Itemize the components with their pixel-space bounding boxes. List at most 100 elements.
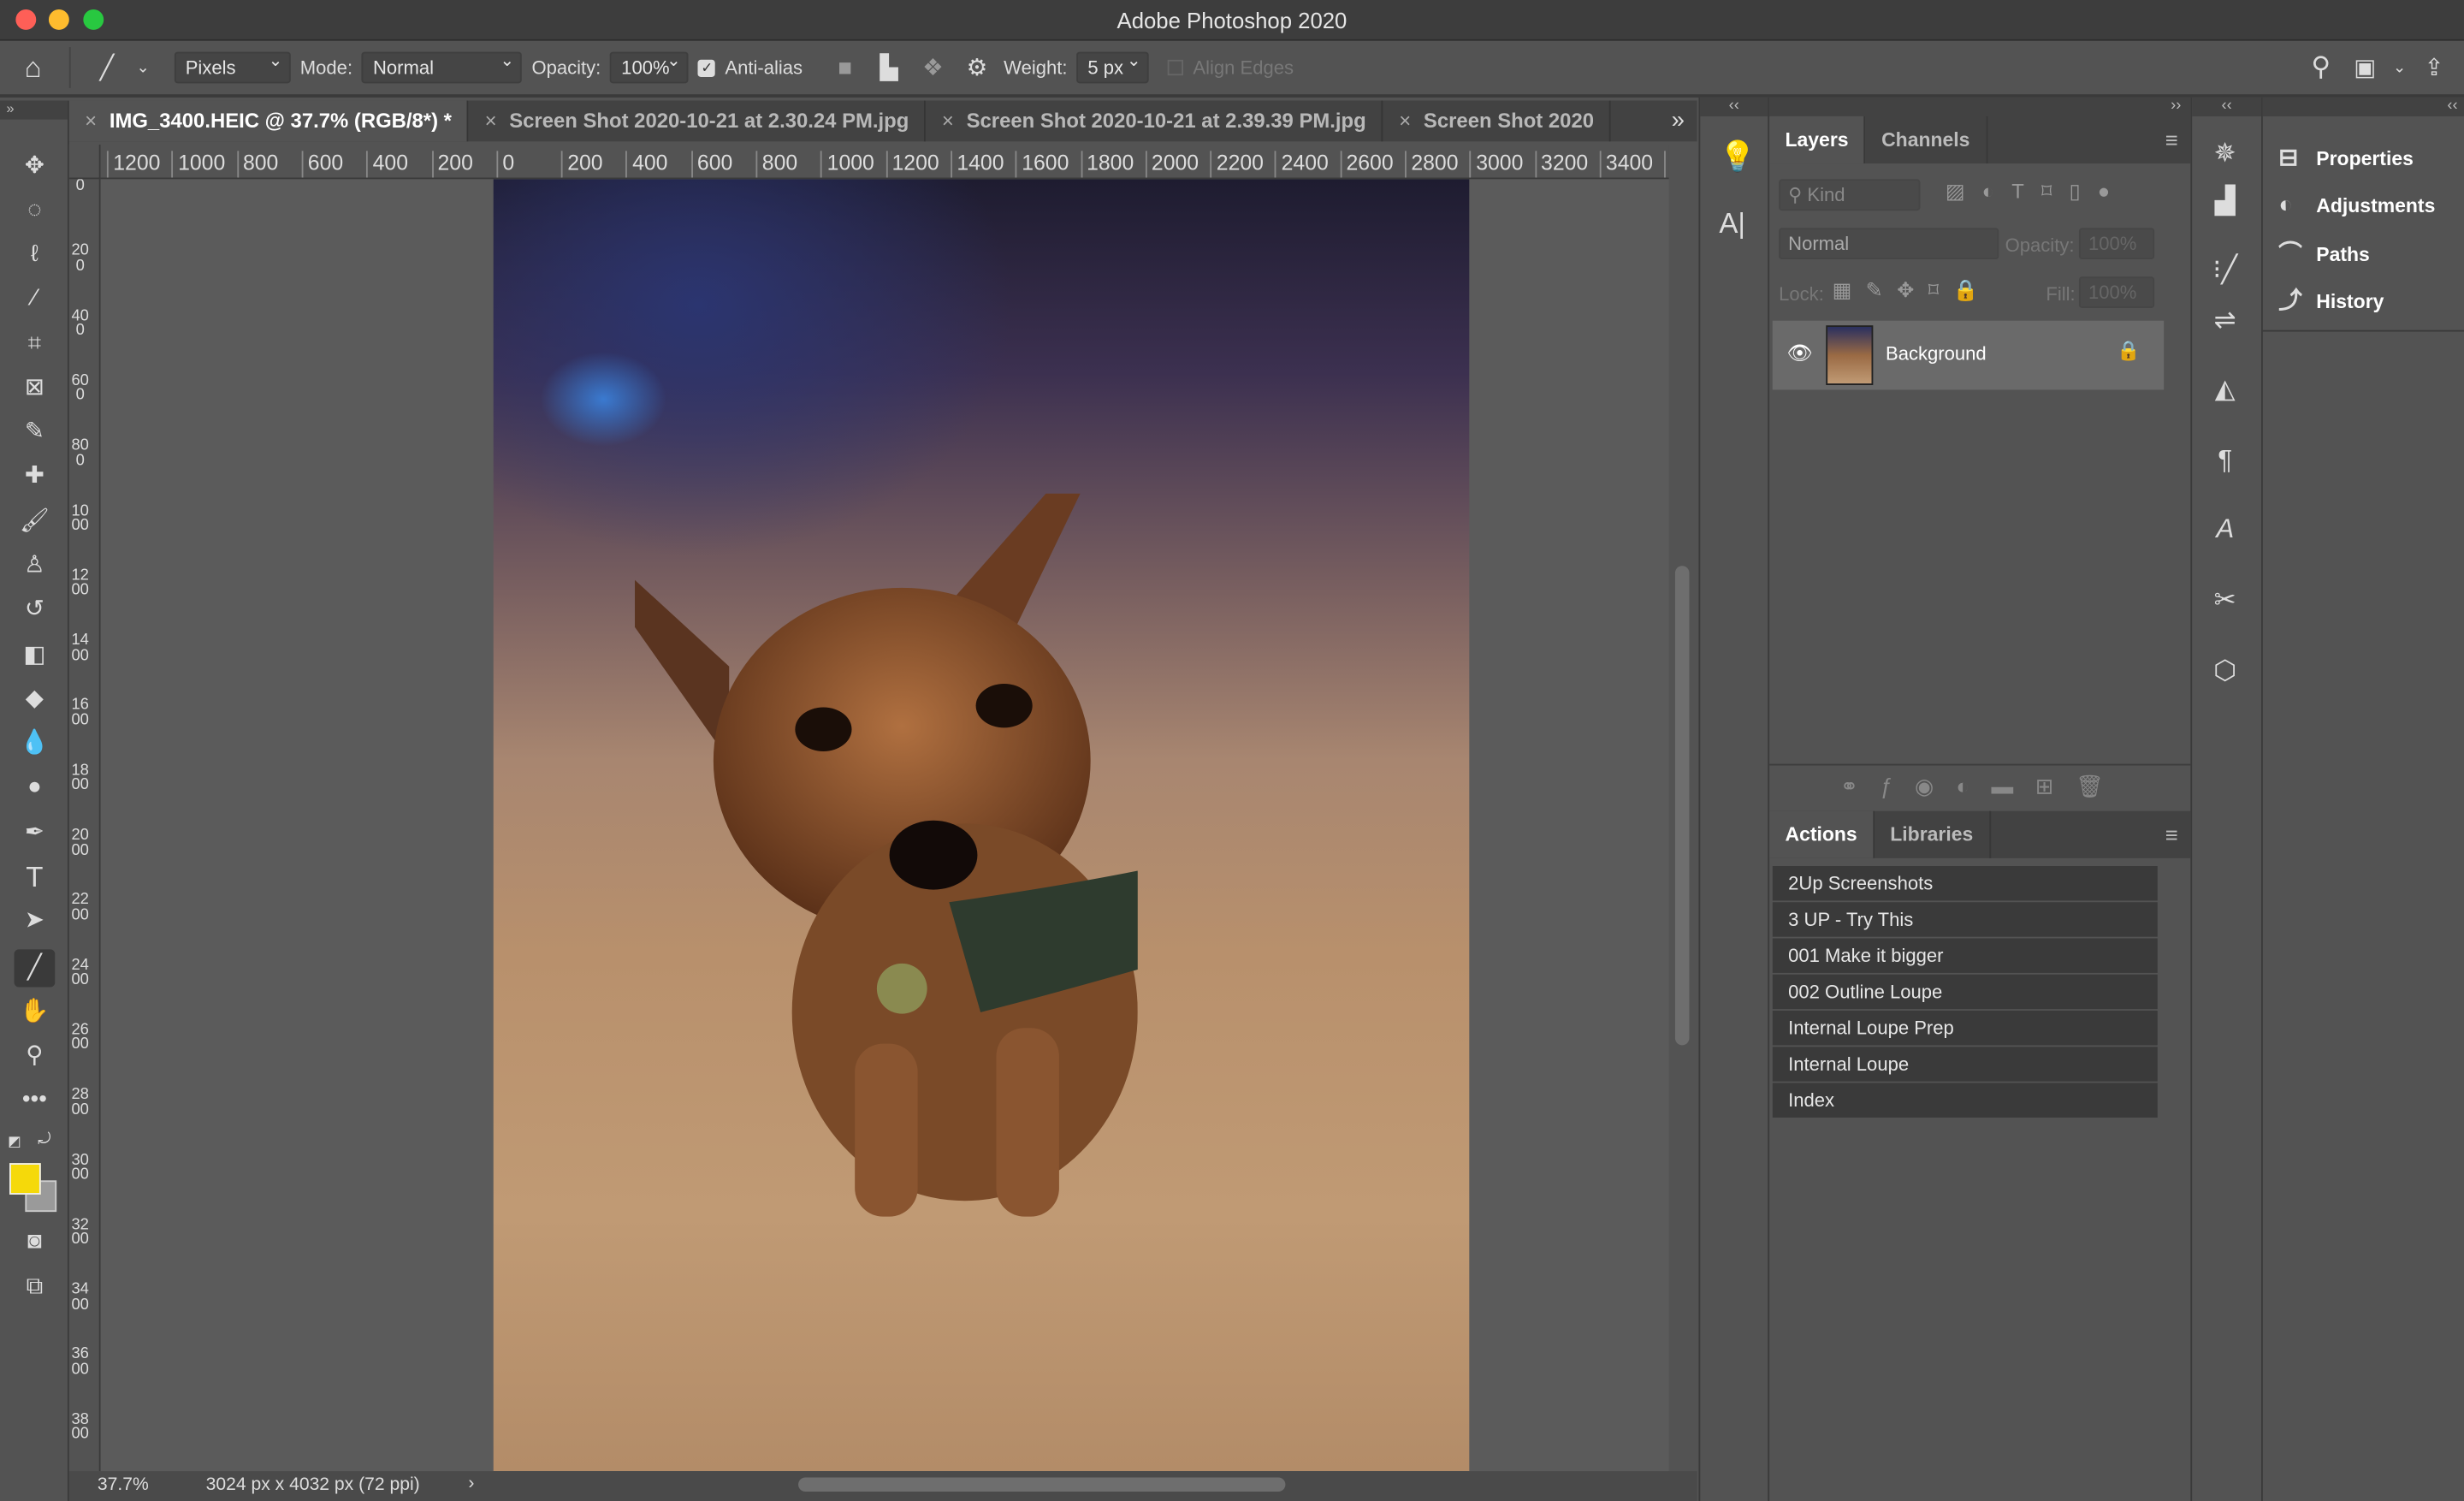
healing-brush-tool-icon[interactable]: ✚ (15, 457, 56, 495)
mode-select[interactable]: Normal (362, 47, 523, 84)
zoom-window-button[interactable] (83, 9, 104, 30)
zoom-tool-icon[interactable]: ⚲ (15, 1037, 56, 1075)
home-icon[interactable]: ⌂ (15, 51, 50, 85)
3d-icon[interactable]: ⬡ (2205, 656, 2246, 687)
line-tool-icon[interactable]: ╱ (14, 949, 56, 988)
ruler-origin[interactable] (68, 144, 101, 180)
panel-menu-icon[interactable]: ≡ (2165, 128, 2178, 152)
fill-input[interactable]: 100% (2078, 276, 2155, 308)
foreground-color-swatch[interactable] (9, 1163, 41, 1195)
swap-colors-icon[interactable]: ⤾ (38, 1131, 50, 1148)
tab-libraries[interactable]: Libraries (1875, 810, 1991, 858)
pen-tool-icon[interactable]: ✒ (15, 814, 56, 851)
horizontal-ruler[interactable]: 1200 1000 800 600 400 200 0 200 400 600 800 1000 120… (100, 144, 1669, 180)
tab-channels[interactable]: Channels (1866, 116, 1987, 164)
crop-tool-icon[interactable]: ⌗ (15, 325, 56, 363)
eye-visibility-icon[interactable]: 👁 (1786, 341, 1812, 366)
action-item[interactable]: 002 Outline Loupe (1772, 974, 2158, 1010)
paint-bucket-tool-icon[interactable]: ◆ (15, 680, 56, 718)
panel-menu-icon[interactable]: ≡ (2165, 822, 2178, 847)
layer-row-background[interactable]: 👁 Background 🔒 (1772, 320, 2165, 390)
panel-properties[interactable]: ⊟ Properties (2278, 139, 2414, 180)
close-tab-icon[interactable]: × (942, 109, 954, 133)
document-image[interactable] (493, 179, 1470, 1472)
opacity-input[interactable]: 100% (610, 47, 690, 84)
vertical-scrollbar[interactable] (1674, 566, 1690, 1046)
tab-actions[interactable]: Actions (1769, 810, 1875, 858)
screen-mode-icon[interactable]: ⧉ (15, 1268, 56, 1306)
layer-opacity-input[interactable]: 100% (2078, 228, 2155, 260)
blend-mode-select[interactable]: Normal (1779, 228, 1999, 260)
tool-presets-icon[interactable]: ✂ (2205, 584, 2246, 616)
layers-footer-buttons[interactable]: ⚭ƒ◉◐▬⊞🗑 (1769, 763, 2193, 808)
expand-dock-button[interactable]: ‹‹ (2192, 97, 2262, 116)
expand-dock-button[interactable]: ‹‹ (2262, 97, 2464, 116)
histogram-icon[interactable]: ▟ (2205, 186, 2246, 217)
collapse-toolbar-button[interactable]: » (0, 100, 68, 120)
panel-adjustments[interactable]: ◐ Adjustments (2278, 186, 2435, 227)
zoom-level[interactable]: 37.7% (98, 1476, 149, 1495)
marquee-tool-icon[interactable]: ◌ (15, 192, 56, 229)
lasso-tool-icon[interactable]: ℓ (15, 236, 56, 274)
history-brush-tool-icon[interactable]: ↺ (15, 591, 56, 629)
close-tab-icon[interactable]: × (485, 109, 497, 133)
weight-input[interactable]: 5 px (1076, 47, 1150, 84)
fill-mode-select[interactable]: Pixels (174, 47, 291, 84)
close-tab-icon[interactable]: × (1399, 109, 1411, 133)
hand-tool-icon[interactable]: ✋ (15, 994, 56, 1031)
clone-stamp-tool-icon[interactable]: ♙ (15, 547, 56, 584)
layer-filter-icons[interactable]: ▨◐T⌑▯● (1946, 179, 2128, 204)
eyedropper-tool-icon[interactable]: ✎ (15, 413, 56, 451)
horizontal-scrollbar[interactable] (798, 1477, 1286, 1492)
share-icon[interactable]: ⇪ (2417, 53, 2451, 81)
action-item[interactable]: Index (1772, 1083, 2158, 1118)
lock-icons[interactable]: ▦✎✥⌑🔒 (1833, 278, 1993, 303)
layer-filter-select[interactable]: ⚲ Kind (1779, 179, 1921, 211)
learn-lightbulb-icon[interactable]: 💡 (1719, 139, 1756, 176)
chevron-down-icon[interactable]: ⌄ (133, 59, 152, 76)
default-colors-icon[interactable]: ◩ (8, 1133, 21, 1150)
antialias-checkbox[interactable]: ✓ (698, 58, 716, 77)
canvas-area[interactable] (100, 179, 1669, 1472)
more-tabs-icon[interactable]: » (1611, 101, 1697, 142)
align-edges-checkbox[interactable] (1168, 59, 1184, 76)
path-operations-icon[interactable]: ■ (827, 54, 862, 80)
brush-tool-icon[interactable]: 🖌 (15, 503, 56, 541)
brushes-icon[interactable]: ⇌ (2205, 305, 2246, 336)
action-item[interactable]: 2Up Screenshots (1772, 866, 2158, 901)
eraser-tool-icon[interactable]: ◧ (15, 637, 56, 674)
search-icon[interactable]: ⚲ (2304, 52, 2338, 84)
paragraph-icon[interactable]: ¶ (2205, 445, 2246, 477)
frame-tool-icon[interactable]: ⊠ (15, 370, 56, 407)
tab-layers[interactable]: Layers (1769, 116, 1866, 164)
status-menu-arrow-icon[interactable]: › (468, 1474, 474, 1493)
path-arrangement-icon[interactable]: ❖ (915, 53, 950, 81)
glyphs-icon[interactable]: A (2205, 514, 2246, 546)
expand-dock-button[interactable]: ‹‹ (1700, 97, 1768, 116)
path-alignment-icon[interactable]: ▙ (872, 53, 906, 81)
path-selection-tool-icon[interactable]: ➤ (15, 902, 56, 940)
action-item[interactable]: 001 Make it bigger (1772, 938, 2158, 973)
layer-name[interactable]: Background (1886, 342, 1987, 365)
line-tool-preset-icon[interactable]: ╱ (90, 53, 124, 81)
blur-tool-icon[interactable]: 💧 (15, 725, 56, 762)
move-tool-icon[interactable]: ✥ (15, 148, 56, 186)
quick-mask-icon[interactable]: ◙ (15, 1223, 56, 1261)
navigator-icon[interactable]: ✵ (2205, 139, 2246, 170)
character-styles-icon[interactable]: A| (1719, 207, 1745, 240)
action-item[interactable]: Internal Loupe (1772, 1047, 2158, 1082)
type-tool-icon[interactable]: T (15, 858, 56, 896)
brush-settings-icon[interactable]: ⁝╱ (2205, 255, 2246, 287)
more-tools-icon[interactable]: ••• (15, 1082, 56, 1119)
action-item[interactable]: Internal Loupe Prep (1772, 1010, 2158, 1046)
chevron-down-icon[interactable]: ⌄ (2391, 59, 2407, 76)
tab-screenshot-3[interactable]: × Screen Shot 2020 (1383, 100, 1612, 142)
collapse-dock-button[interactable]: ›› (1769, 97, 2191, 116)
close-window-button[interactable] (15, 9, 37, 30)
dodge-tool-icon[interactable]: ● (15, 768, 56, 806)
magic-wand-tool-icon[interactable]: ⁄ (15, 280, 56, 317)
action-item[interactable]: 3 UP - Try This (1772, 902, 2158, 937)
workspace-icon[interactable]: ▣ (2348, 53, 2382, 81)
panel-paths[interactable]: ⌒ Paths (2278, 234, 2370, 276)
gear-icon[interactable]: ⚙ (960, 53, 994, 81)
